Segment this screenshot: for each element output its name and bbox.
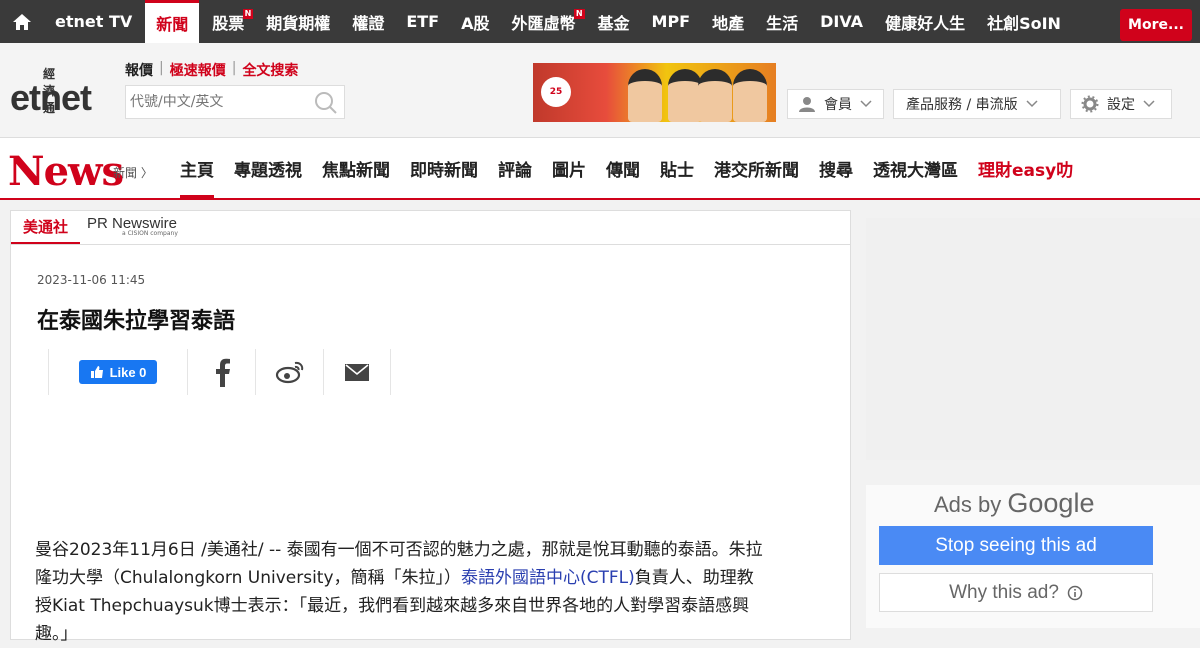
home-icon (13, 13, 31, 30)
products-button[interactable]: 產品服務 / 串流版 (893, 89, 1061, 119)
site-header: 經濟通 etnet 報價 | 極速報價 | 全文搜索 25 會員 產品服務 / … (0, 43, 1200, 138)
banner-badge: 25 (541, 77, 571, 107)
settings-button[interactable]: 設定 (1070, 89, 1172, 119)
ad-banner[interactable]: 25 (533, 63, 776, 122)
news-tabs: 主頁 專題透視 焦點新聞 即時新聞 評論 圖片 傳聞 貼士 港交所新聞 搜尋 透視大灣區 理財easy… (170, 138, 1083, 198)
news-logo-sub: 新聞 〉 (113, 166, 153, 180)
facebook-share[interactable] (187, 349, 255, 395)
share-bar: Like 0 (48, 349, 391, 395)
topnav-item[interactable]: 健康好人生 (874, 0, 976, 43)
topnav-item[interactable]: 生活 (755, 0, 809, 43)
search-icon[interactable] (314, 91, 338, 115)
fb-like-button[interactable]: Like 0 (78, 360, 158, 384)
topnav-item[interactable]: 基金 (587, 0, 641, 43)
weibo-share[interactable] (255, 349, 323, 395)
thumbs-up-icon (90, 366, 103, 378)
email-share[interactable] (323, 349, 391, 395)
chevron-down-icon (1143, 100, 1155, 108)
member-button[interactable]: 會員 (787, 89, 884, 119)
ad-slot (866, 218, 1200, 460)
topnav-item[interactable]: 外匯虛幣 N (501, 0, 587, 43)
ads-by-google: Ads by Google (934, 488, 1095, 518)
news-tab[interactable]: 透視大灣區 (863, 138, 968, 198)
more-button[interactable]: More... (1120, 9, 1192, 41)
topnav-item[interactable]: DIVA (809, 0, 874, 43)
gear-icon (1081, 95, 1099, 113)
ad-feedback-panel: Ads by Google Stop seeing this ad Why th… (866, 485, 1200, 628)
news-tab[interactable]: 貼士 (650, 138, 704, 198)
prnewswire-logo: PR Newswire a CISION company (87, 215, 178, 237)
mail-icon (345, 363, 369, 381)
news-tab[interactable]: 即時新聞 (400, 138, 488, 198)
news-tab[interactable]: 搜尋 (809, 138, 863, 198)
topnav-item[interactable]: 期貨期權 (255, 0, 341, 43)
quicklinks: 報價 | 極速報價 | 全文搜索 (125, 60, 299, 80)
fb-like-cell: Like 0 (48, 349, 187, 395)
body-line: 授Kiat Thepchuaysuk博士表示：「最近，我們看到越來越多來自世界各… (35, 596, 750, 616)
news-tab[interactable]: 焦點新聞 (312, 138, 400, 198)
chevron-down-icon (860, 100, 872, 108)
info-icon (1067, 585, 1083, 600)
body-line: 趣。」 (35, 624, 78, 644)
source-tab[interactable]: 美通社 (11, 211, 81, 244)
news-tab[interactable]: 港交所新聞 (704, 138, 809, 198)
news-navbar: News 新聞 〉 主頁 專題透視 焦點新聞 即時新聞 評論 圖片 傳聞 貼士 港交所新聞 搜尋透… (0, 138, 1200, 200)
home-button[interactable] (0, 0, 44, 43)
banner-person (628, 69, 662, 122)
source-bar: 美通社 PR Newswire a CISION company (11, 211, 850, 245)
news-tab[interactable]: 理財easy叻 (968, 138, 1083, 198)
news-tab[interactable]: 專題透視 (224, 138, 312, 198)
banner-person (698, 69, 732, 122)
realtime-quote-link[interactable]: 極速報價 (170, 60, 226, 80)
stop-seeing-ad-button[interactable]: Stop seeing this ad (879, 526, 1153, 565)
weibo-icon (275, 361, 303, 384)
banner-person (668, 69, 702, 122)
article-date: 2023-11-06 11:45 (37, 273, 146, 287)
quote-link[interactable]: 報價 (125, 60, 153, 80)
body-line: 曼谷2023年11月6日 /美通社/ -- 泰國有一個不可否認的魅力之處，那就是… (35, 540, 763, 560)
new-badge: N (573, 9, 585, 19)
topnav-item[interactable]: ETF (395, 0, 450, 43)
chevron-down-icon (1026, 100, 1038, 108)
logo-en: etnet (10, 77, 92, 118)
ctfl-link[interactable]: 泰語外國語中心(CTFL) (461, 568, 635, 588)
topnav-item[interactable]: MPF (641, 0, 702, 43)
search-box (125, 85, 345, 119)
news-tab[interactable]: 傳聞 (596, 138, 650, 198)
topnav-item[interactable]: etnet TV (44, 0, 143, 43)
article-title: 在泰國朱拉學習泰語 (37, 309, 236, 334)
new-badge: N (242, 9, 254, 19)
topnav-item[interactable]: 地產 (701, 0, 755, 43)
news-tab[interactable]: 主頁 (170, 138, 224, 198)
banner-person (733, 69, 767, 122)
news-tab[interactable]: 圖片 (542, 138, 596, 198)
topnav-item[interactable]: A股 (450, 0, 500, 43)
topnav-item[interactable]: 權證 (341, 0, 395, 43)
search-input[interactable] (130, 94, 310, 110)
article-body: 曼谷2023年11月6日 /美通社/ -- 泰國有一個不可否認的魅力之處，那就是… (35, 536, 835, 648)
body-line: 隆功大學（Chulalongkorn University，簡稱「朱拉」）泰語外… (35, 568, 754, 588)
user-icon (799, 97, 815, 112)
news-logo[interactable]: News (8, 148, 124, 195)
topnav-item[interactable]: 社創SoIN (976, 0, 1072, 43)
fulltext-search-link[interactable]: 全文搜索 (242, 60, 298, 80)
facebook-icon (215, 358, 230, 387)
topnav-item[interactable]: 新聞 (145, 0, 200, 43)
top-navbar: etnet TV 新聞 股票 N 期貨期權 權證 ETF A股 外匯虛幣 N 基金 MPF 地產 生活 DI… (0, 0, 1200, 43)
article-panel: 美通社 PR Newswire a CISION company 2023-11… (10, 210, 851, 644)
topnav-item[interactable]: 股票 N (201, 0, 255, 43)
why-this-ad-button[interactable]: Why this ad? (879, 573, 1153, 612)
news-tab[interactable]: 評論 (488, 138, 542, 198)
